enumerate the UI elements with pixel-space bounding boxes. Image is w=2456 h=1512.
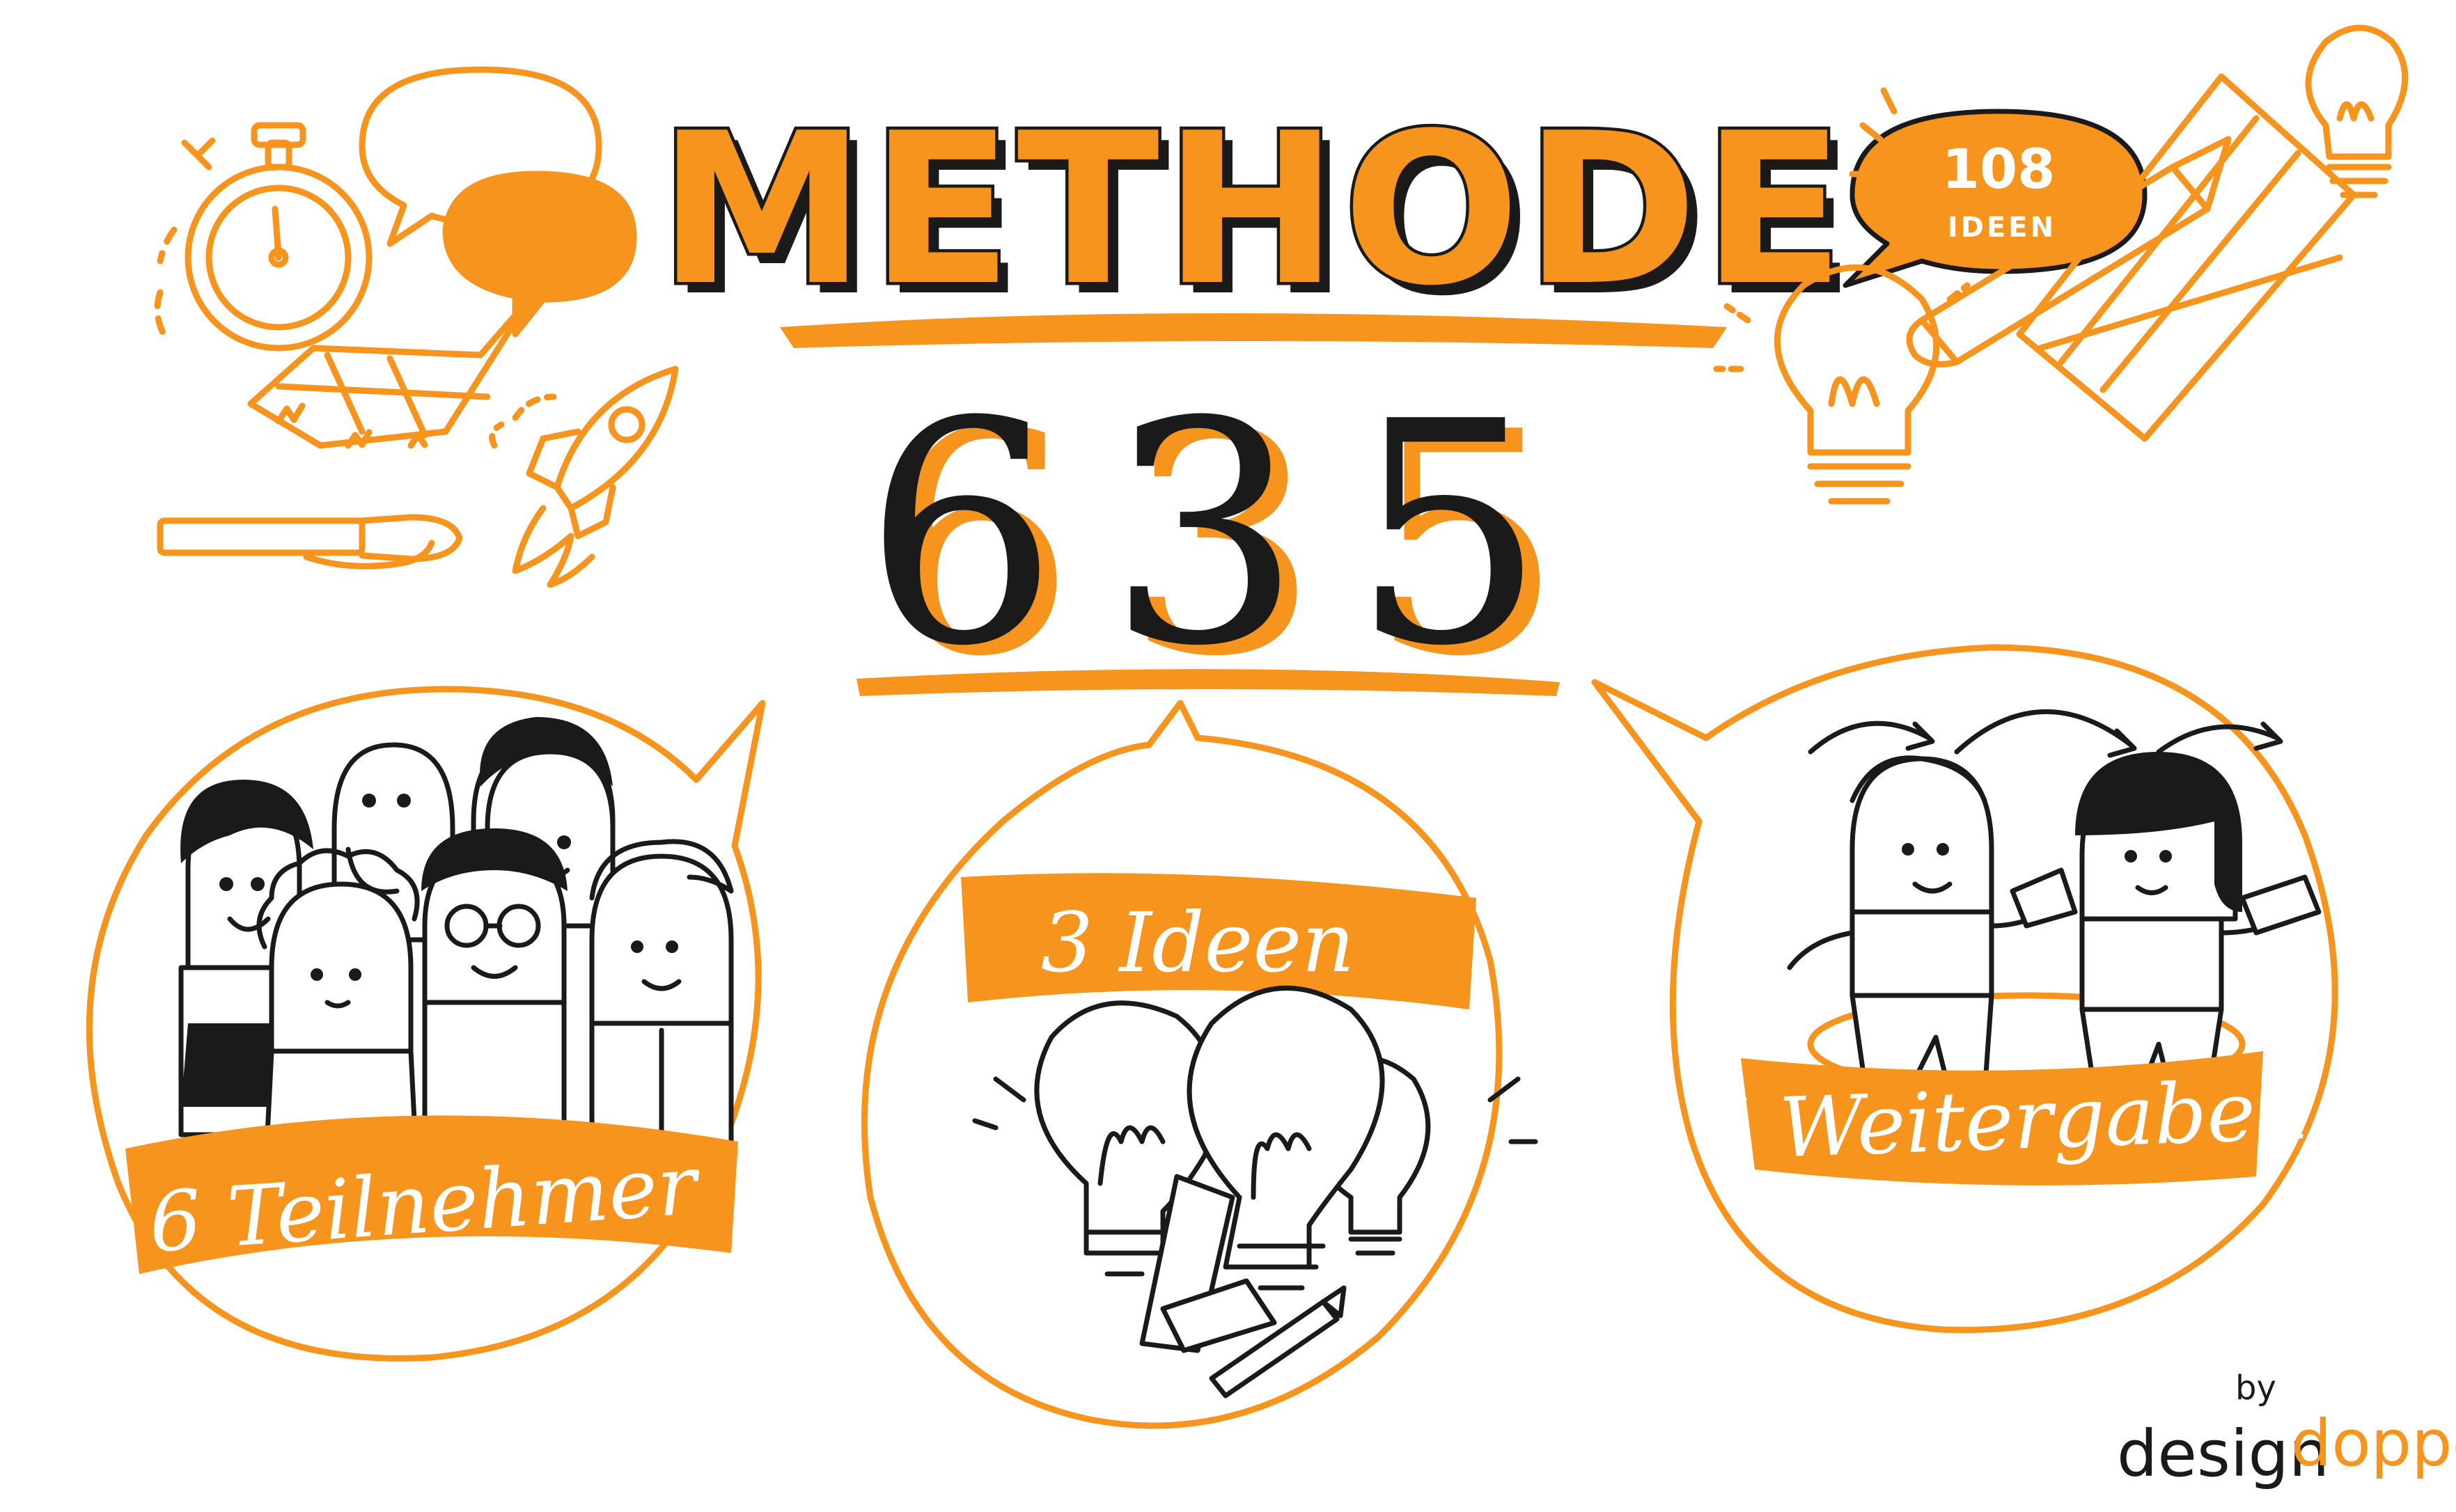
title-block: METHODE METHODE xyxy=(655,86,1855,348)
method-number: 635 xyxy=(863,356,1595,713)
page-title: METHODE xyxy=(658,88,1849,331)
speech-bubbles-icon xyxy=(359,66,637,338)
badge-label: IDEEN xyxy=(1948,212,2056,244)
worksheet-icon xyxy=(247,296,533,449)
rocket-icon xyxy=(489,365,679,588)
signature-by: by xyxy=(2235,1369,2276,1408)
bubble-participants: 6 Teilnehmer xyxy=(86,686,766,1362)
people-passing-illustration xyxy=(1787,752,2322,1103)
signature: by design doppel xyxy=(2117,1369,2456,1491)
signature-part2: doppel xyxy=(2291,1406,2456,1481)
bubble-handovers: 5 Weitergaben xyxy=(1591,644,2338,1333)
marker-pen-icon xyxy=(157,514,463,569)
bubble-ideas: 3 Ideen xyxy=(861,700,1538,1429)
number-block: 635 635 xyxy=(857,356,1595,723)
label-ideas: 3 Ideen xyxy=(1041,895,1354,991)
badge-number: 108 xyxy=(1942,139,2056,201)
lightbulbs-illustration xyxy=(972,985,1538,1399)
stopwatch-icon xyxy=(154,122,373,352)
arrow-icon xyxy=(1808,709,2283,758)
sketchnote-canvas: METHODE METHODE 635 635 108 IDEEN 6 Teil… xyxy=(86,24,2456,1491)
idea-count-badge: 108 IDEEN xyxy=(1843,87,2148,288)
